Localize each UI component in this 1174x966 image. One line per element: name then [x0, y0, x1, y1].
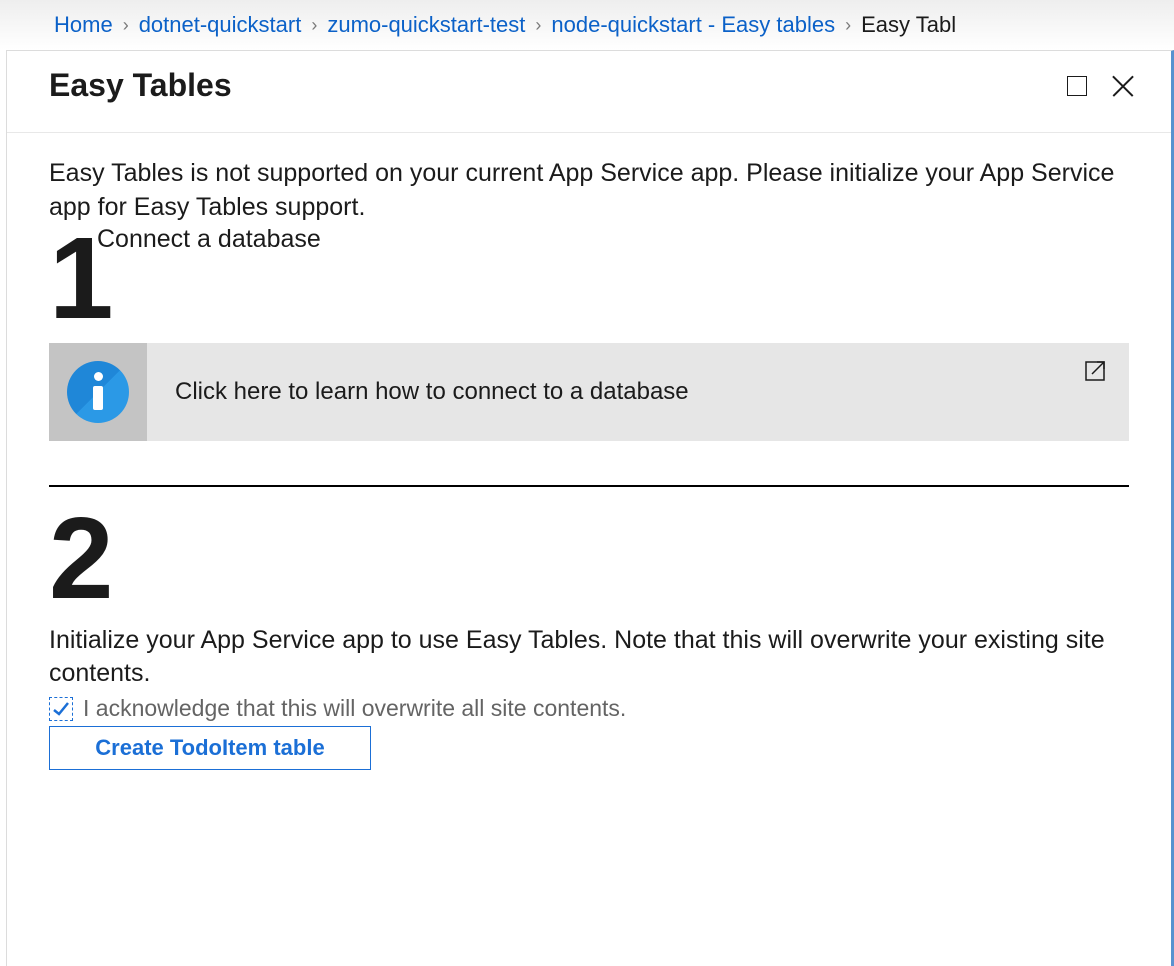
close-icon[interactable]: [1111, 74, 1135, 98]
section-divider: [49, 485, 1129, 487]
chevron-right-icon: ›: [311, 15, 317, 36]
chevron-right-icon: ›: [123, 15, 129, 36]
step-number-2: 2: [49, 509, 1129, 608]
step-1: 1 Connect a database: [49, 229, 1129, 328]
step-2: 2 Initialize your App Service app to use…: [49, 509, 1129, 770]
page-title: Easy Tables: [49, 67, 232, 104]
info-icon: [67, 361, 129, 423]
maximize-icon[interactable]: [1067, 76, 1087, 96]
info-icon-container: [49, 343, 147, 441]
acknowledge-label: I acknowledge that this will overwrite a…: [83, 695, 626, 722]
breadcrumb-item-zumo[interactable]: zumo-quickstart-test: [327, 12, 525, 38]
step-2-description: Initialize your App Service app to use E…: [49, 624, 1129, 692]
breadcrumb-home[interactable]: Home: [54, 12, 113, 38]
blade-panel: Easy Tables Easy Tables is not supported…: [6, 50, 1174, 966]
external-link-icon: [1085, 359, 1107, 381]
breadcrumb-current: Easy Tabl: [861, 12, 956, 38]
blade-header: Easy Tables: [7, 51, 1171, 133]
info-bar-text: Click here to learn how to connect to a …: [147, 343, 1129, 441]
breadcrumb-item-node[interactable]: node-quickstart - Easy tables: [551, 12, 835, 38]
breadcrumb: Home › dotnet-quickstart › zumo-quicksta…: [0, 0, 1174, 50]
unsupported-message: Easy Tables is not supported on your cur…: [49, 157, 1129, 225]
create-todoitem-table-button[interactable]: Create TodoItem table: [49, 726, 371, 770]
breadcrumb-item-dotnet[interactable]: dotnet-quickstart: [139, 12, 302, 38]
acknowledge-checkbox[interactable]: [49, 697, 73, 721]
chevron-right-icon: ›: [845, 15, 851, 36]
connect-database-info-bar[interactable]: Click here to learn how to connect to a …: [49, 343, 1129, 441]
step-1-title: Connect a database: [97, 225, 321, 254]
chevron-right-icon: ›: [535, 15, 541, 36]
